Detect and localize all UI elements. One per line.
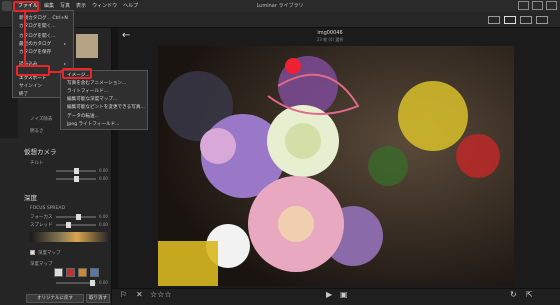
- maximize-icon[interactable]: [532, 1, 543, 10]
- swatch-red[interactable]: [66, 268, 75, 277]
- brightness-label: 明るさ: [30, 129, 44, 134]
- highlight-image: [62, 68, 92, 79]
- rating-stars-icon[interactable]: ☆☆☆: [150, 290, 172, 299]
- annotation-connector: [24, 12, 26, 66]
- swatch-blue[interactable]: [90, 268, 99, 277]
- tilt-x-slider[interactable]: [56, 168, 96, 174]
- close-icon[interactable]: [546, 1, 557, 10]
- highlight-export: [16, 65, 50, 76]
- focus-spread-label: FOCUS SPREAD: [30, 206, 65, 211]
- tilt-label: チルト: [30, 161, 44, 166]
- compare-view-icon[interactable]: [536, 16, 548, 24]
- spread-value: 0.00: [99, 222, 108, 227]
- swatch-white[interactable]: [54, 268, 63, 277]
- menu-window[interactable]: ウィンドウ: [89, 1, 120, 11]
- slideshow-icon[interactable]: ▣: [340, 290, 348, 299]
- virtual-camera-heading: 仮想カメラ: [24, 148, 57, 156]
- tilt-y-slider[interactable]: [56, 176, 96, 182]
- submenu-item-transfer[interactable]: データの転送...: [67, 113, 99, 119]
- spread-slider[interactable]: [56, 222, 96, 228]
- minimize-icon[interactable]: [518, 1, 529, 10]
- photo-thumbnail[interactable]: [76, 34, 98, 58]
- depth-map-checkbox[interactable]: [30, 250, 35, 255]
- menu-view[interactable]: 表示: [73, 1, 89, 11]
- flag-icon[interactable]: ⚐: [120, 290, 127, 299]
- swatch-orange[interactable]: [78, 268, 87, 277]
- undo-button[interactable]: 取り消す: [86, 294, 110, 303]
- reject-icon[interactable]: ✕: [136, 290, 143, 299]
- menu-bar: ファイル 編集 写真 表示 ウィンドウ ヘルプ: [0, 0, 560, 12]
- depth-histogram[interactable]: [30, 232, 108, 242]
- submenu-item-refocus-photo[interactable]: 編集可能なピントを変更できる写真...: [67, 104, 145, 110]
- app-logo-icon: [2, 1, 12, 11]
- menu-help[interactable]: ヘルプ: [120, 1, 141, 11]
- depth-map-slider[interactable]: [56, 280, 96, 286]
- play-icon[interactable]: ▶: [326, 290, 332, 299]
- menu-item-new-catalog[interactable]: 新規カタログ... Ctrl+N: [19, 15, 68, 21]
- share-icon[interactable]: ⇱: [526, 290, 533, 299]
- menu-item-quit[interactable]: 終了: [19, 91, 28, 97]
- depth-heading: 深度: [24, 194, 37, 202]
- depth-map-checkbox-label: 深度マップ: [38, 251, 61, 256]
- focus-value: 0.00: [99, 214, 108, 219]
- photo-subtitle: 23 枚 (4) 選択: [316, 37, 344, 42]
- spread-label: スプレッド: [30, 223, 53, 228]
- depth-map-label: 深度マップ: [30, 262, 53, 267]
- menu-item-signin[interactable]: サインイン: [19, 83, 42, 89]
- submenu-item-jpeg-lightfield[interactable]: Jpeg ライトフィールド...: [67, 121, 120, 127]
- submenu-item-depth-map[interactable]: 編集可能な深度マップ...: [67, 96, 117, 102]
- export-submenu: イメージ... 写真を含むアニメーション... ライトフィールド... 編集可能…: [60, 70, 148, 130]
- annotation-connector-2: [50, 71, 62, 73]
- tilt-y-value: 0.00: [99, 176, 108, 181]
- tilt-x-value: 0.00: [99, 168, 108, 173]
- photo-title: img00046: [317, 30, 343, 36]
- single-view-icon[interactable]: [488, 16, 500, 24]
- submenu-item-animation[interactable]: 写真を含むアニメーション...: [67, 80, 126, 86]
- back-arrow-icon[interactable]: ←: [122, 30, 130, 41]
- focus-label: フォーカス: [30, 215, 53, 220]
- highlight-file-menu: [13, 1, 39, 12]
- noise-label: ノイズ除去: [30, 117, 53, 122]
- depth-map-value: 0.00: [99, 280, 108, 285]
- grid-view-icon[interactable]: [504, 16, 516, 24]
- rotate-icon[interactable]: ↻: [510, 290, 517, 299]
- focus-slider[interactable]: [56, 214, 96, 220]
- bottom-toolbar: [112, 288, 560, 305]
- filmstrip-view-icon[interactable]: [520, 16, 532, 24]
- flower-photo[interactable]: [158, 46, 514, 286]
- submenu-item-lightfield[interactable]: ライトフィールド...: [67, 88, 108, 94]
- view-toolbar: [0, 12, 560, 28]
- revert-button[interactable]: オリジナルに戻す: [26, 294, 84, 303]
